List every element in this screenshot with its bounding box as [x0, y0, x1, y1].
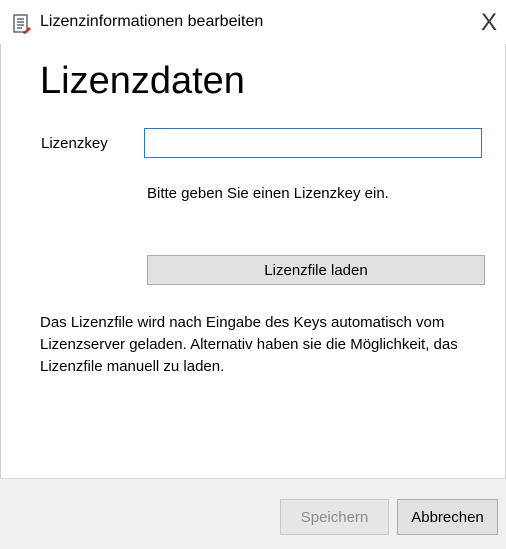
dialog-footer: Speichern Abbrechen — [0, 478, 506, 549]
page-title: Lizenzdaten — [40, 60, 245, 102]
save-button[interactable]: Speichern — [280, 499, 389, 535]
load-license-file-button[interactable]: Lizenzfile laden — [147, 255, 485, 285]
title-bar[interactable]: Lizenzinformationen bearbeiten X — [0, 0, 506, 44]
document-edit-icon — [13, 14, 31, 34]
close-icon: X — [480, 9, 497, 36]
cancel-button[interactable]: Abbrechen — [397, 499, 498, 535]
license-key-hint: Bitte geben Sie einen Lizenzkey ein. — [147, 185, 389, 202]
dialog-window: Lizenzinformationen bearbeiten X Lizenzd… — [0, 0, 506, 549]
description-text: Das Lizenzfile wird nach Eingabe des Key… — [40, 314, 458, 375]
license-key-label: Lizenzkey — [41, 135, 108, 152]
close-button[interactable]: X — [472, 6, 506, 40]
window-title: Lizenzinformationen bearbeiten — [40, 13, 264, 30]
license-key-input[interactable] — [144, 128, 482, 158]
